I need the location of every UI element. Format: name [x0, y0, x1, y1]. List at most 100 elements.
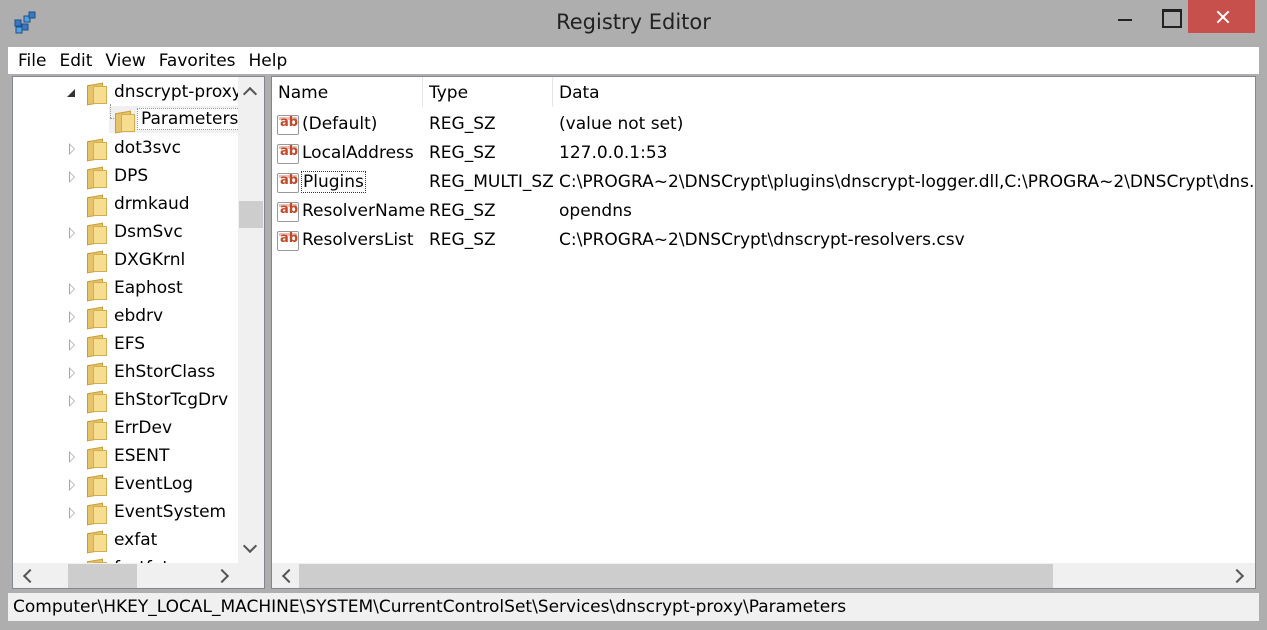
tree-horizontal-scrollbar[interactable]	[13, 563, 238, 588]
tree-item-dxgkrnl[interactable]: DXGKrnl	[13, 247, 239, 275]
value-name: (Default)	[302, 114, 378, 134]
folder-icon	[85, 139, 107, 160]
folder-icon	[85, 363, 107, 384]
column-header-type[interactable]: Type	[423, 77, 553, 107]
folder-icon	[85, 447, 107, 468]
menu-edit[interactable]: Edit	[59, 51, 92, 71]
value-data: opendns	[559, 201, 632, 221]
tree-item-label: EhStorClass	[114, 362, 216, 382]
folder-icon	[85, 167, 107, 188]
scroll-left-icon[interactable]	[15, 563, 41, 588]
key-tree-pane[interactable]: dnscrypt-proxy Parameters dot3svc DPS dr…	[12, 76, 265, 589]
folder-icon	[85, 475, 107, 496]
value-data: 127.0.0.1:53	[559, 143, 668, 163]
folder-icon	[85, 83, 107, 104]
close-button[interactable]	[1188, 0, 1255, 33]
value-row-plugins[interactable]: Plugins REG_MULTI_SZ C:\PROGRA~2\DNSCryp…	[272, 168, 1255, 197]
tree-item-dnscrypt-proxy[interactable]: dnscrypt-proxy	[13, 79, 242, 107]
values-horizontal-scrollbar[interactable]	[272, 563, 1255, 588]
tree-item-label: Eaphost	[114, 278, 183, 298]
collapse-arrow-icon[interactable]	[67, 227, 77, 239]
values-list-pane[interactable]: Name Type Data (Default) REG_SZ (value n…	[271, 76, 1256, 589]
folder-icon	[85, 419, 107, 440]
tree-item-errdev[interactable]: ErrDev	[13, 415, 239, 443]
tree-item-dot3svc[interactable]: dot3svc	[13, 135, 239, 163]
tree-item-label: DsmSvc	[114, 222, 183, 242]
collapse-arrow-icon[interactable]	[67, 367, 77, 379]
tree-item-ebdrv[interactable]: ebdrv	[13, 303, 239, 331]
scroll-up-icon[interactable]	[238, 79, 264, 105]
value-row-default[interactable]: (Default) REG_SZ (value not set)	[272, 110, 1255, 139]
tree-item-drmkaud[interactable]: drmkaud	[13, 191, 239, 219]
scroll-right-icon[interactable]	[212, 563, 238, 588]
column-header-name[interactable]: Name	[272, 77, 423, 107]
collapse-arrow-icon[interactable]	[67, 311, 77, 323]
tree-item-label: exfat	[114, 530, 158, 550]
menu-bar: File Edit View Favorites Help	[8, 47, 1259, 74]
value-type: REG_SZ	[429, 114, 496, 134]
value-type: REG_SZ	[429, 230, 496, 250]
value-data: C:\PROGRA~2\DNSCrypt\dnscrypt-resolvers.…	[559, 230, 965, 250]
folder-icon	[85, 307, 107, 328]
collapse-arrow-icon[interactable]	[67, 479, 77, 491]
menu-view[interactable]: View	[105, 51, 145, 71]
string-value-icon	[277, 231, 299, 251]
tree-item-efs[interactable]: EFS	[13, 331, 239, 359]
folder-icon	[85, 279, 107, 300]
menu-file[interactable]: File	[18, 51, 46, 71]
folder-icon	[85, 531, 107, 552]
value-row-localaddress[interactable]: LocalAddress REG_SZ 127.0.0.1:53	[272, 139, 1255, 168]
tree-item-eaphost[interactable]: Eaphost	[13, 275, 239, 303]
tree-item-eventlog[interactable]: EventLog	[13, 471, 239, 499]
tree-item-esent[interactable]: ESENT	[13, 443, 239, 471]
window-title: Registry Editor	[556, 10, 711, 34]
string-value-icon	[277, 144, 299, 164]
value-name: Plugins	[301, 171, 366, 193]
value-name: ResolverName	[302, 201, 426, 221]
tree-item-label: ESENT	[114, 446, 170, 466]
tree-item-label: EventSystem	[114, 502, 227, 522]
collapse-arrow-icon[interactable]	[67, 395, 77, 407]
scroll-corner	[238, 563, 264, 588]
folder-icon	[85, 223, 107, 244]
tree-item-eventsystem[interactable]: EventSystem	[13, 499, 239, 527]
value-data: (value not set)	[559, 114, 684, 134]
folder-icon	[85, 195, 107, 216]
scroll-down-icon[interactable]	[238, 537, 264, 563]
scroll-left-icon[interactable]	[274, 563, 300, 588]
collapse-arrow-icon[interactable]	[67, 283, 77, 295]
collapse-arrow-icon[interactable]	[67, 507, 77, 519]
collapse-arrow-icon[interactable]	[67, 171, 77, 183]
title-bar[interactable]: Registry Editor	[0, 0, 1267, 47]
menu-favorites[interactable]: Favorites	[159, 51, 236, 71]
collapse-arrow-icon[interactable]	[67, 143, 77, 155]
tree-vertical-scrollbar[interactable]	[238, 77, 264, 563]
tree-item-label: dnscrypt-proxy	[114, 82, 242, 102]
tree-item-exfat[interactable]: exfat	[13, 527, 239, 555]
collapse-arrow-icon[interactable]	[67, 451, 77, 463]
value-row-resolverslist[interactable]: ResolversList REG_SZ C:\PROGRA~2\DNSCryp…	[272, 226, 1255, 255]
tree-item-dsmsvc[interactable]: DsmSvc	[13, 219, 239, 247]
tree-item-dps[interactable]: DPS	[13, 163, 239, 191]
value-row-resolvername[interactable]: ResolverName REG_SZ opendns	[272, 197, 1255, 226]
tree-item-label: EFS	[114, 334, 146, 354]
tree-item-ehstorclass[interactable]: EhStorClass	[13, 359, 239, 387]
scroll-thumb[interactable]	[299, 564, 1053, 588]
tree-item-label: Parameters	[137, 108, 243, 130]
tree-item-label: EventLog	[114, 474, 194, 494]
list-header: Name Type Data	[272, 77, 1255, 107]
minimize-button[interactable]	[1103, 0, 1147, 33]
tree-item-ehstortcgdrv[interactable]: EhStorTcgDrv	[13, 387, 239, 415]
scroll-thumb[interactable]	[239, 201, 263, 228]
string-value-icon	[277, 115, 299, 135]
tree-item-parameters[interactable]: Parameters	[13, 107, 243, 135]
scroll-thumb[interactable]	[68, 564, 137, 588]
expand-arrow-icon[interactable]	[67, 87, 77, 99]
scroll-right-icon[interactable]	[1227, 563, 1253, 588]
multi-string-value-icon	[277, 173, 299, 193]
value-type: REG_MULTI_SZ	[429, 172, 554, 192]
column-header-data[interactable]: Data	[553, 77, 1255, 107]
value-name: ResolversList	[302, 230, 414, 250]
menu-help[interactable]: Help	[249, 51, 288, 71]
collapse-arrow-icon[interactable]	[67, 339, 77, 351]
